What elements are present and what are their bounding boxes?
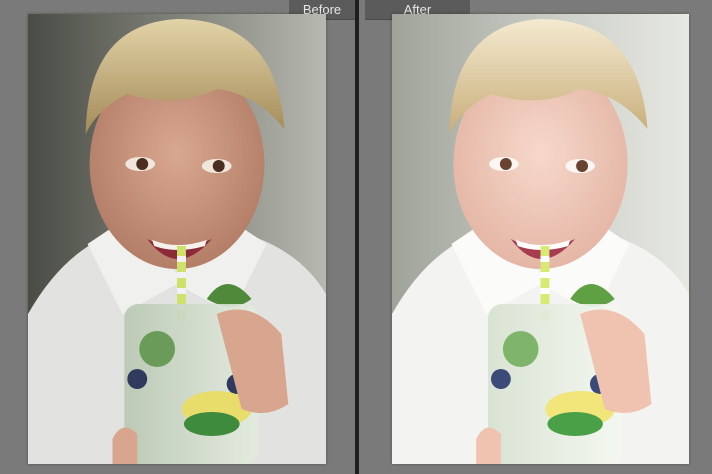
after-pane: After (359, 0, 712, 474)
after-photo[interactable] (392, 14, 689, 464)
before-pane: Before (0, 0, 355, 474)
portrait-photo-icon (392, 14, 689, 464)
before-photo[interactable] (28, 14, 326, 464)
portrait-photo-icon (28, 14, 326, 464)
